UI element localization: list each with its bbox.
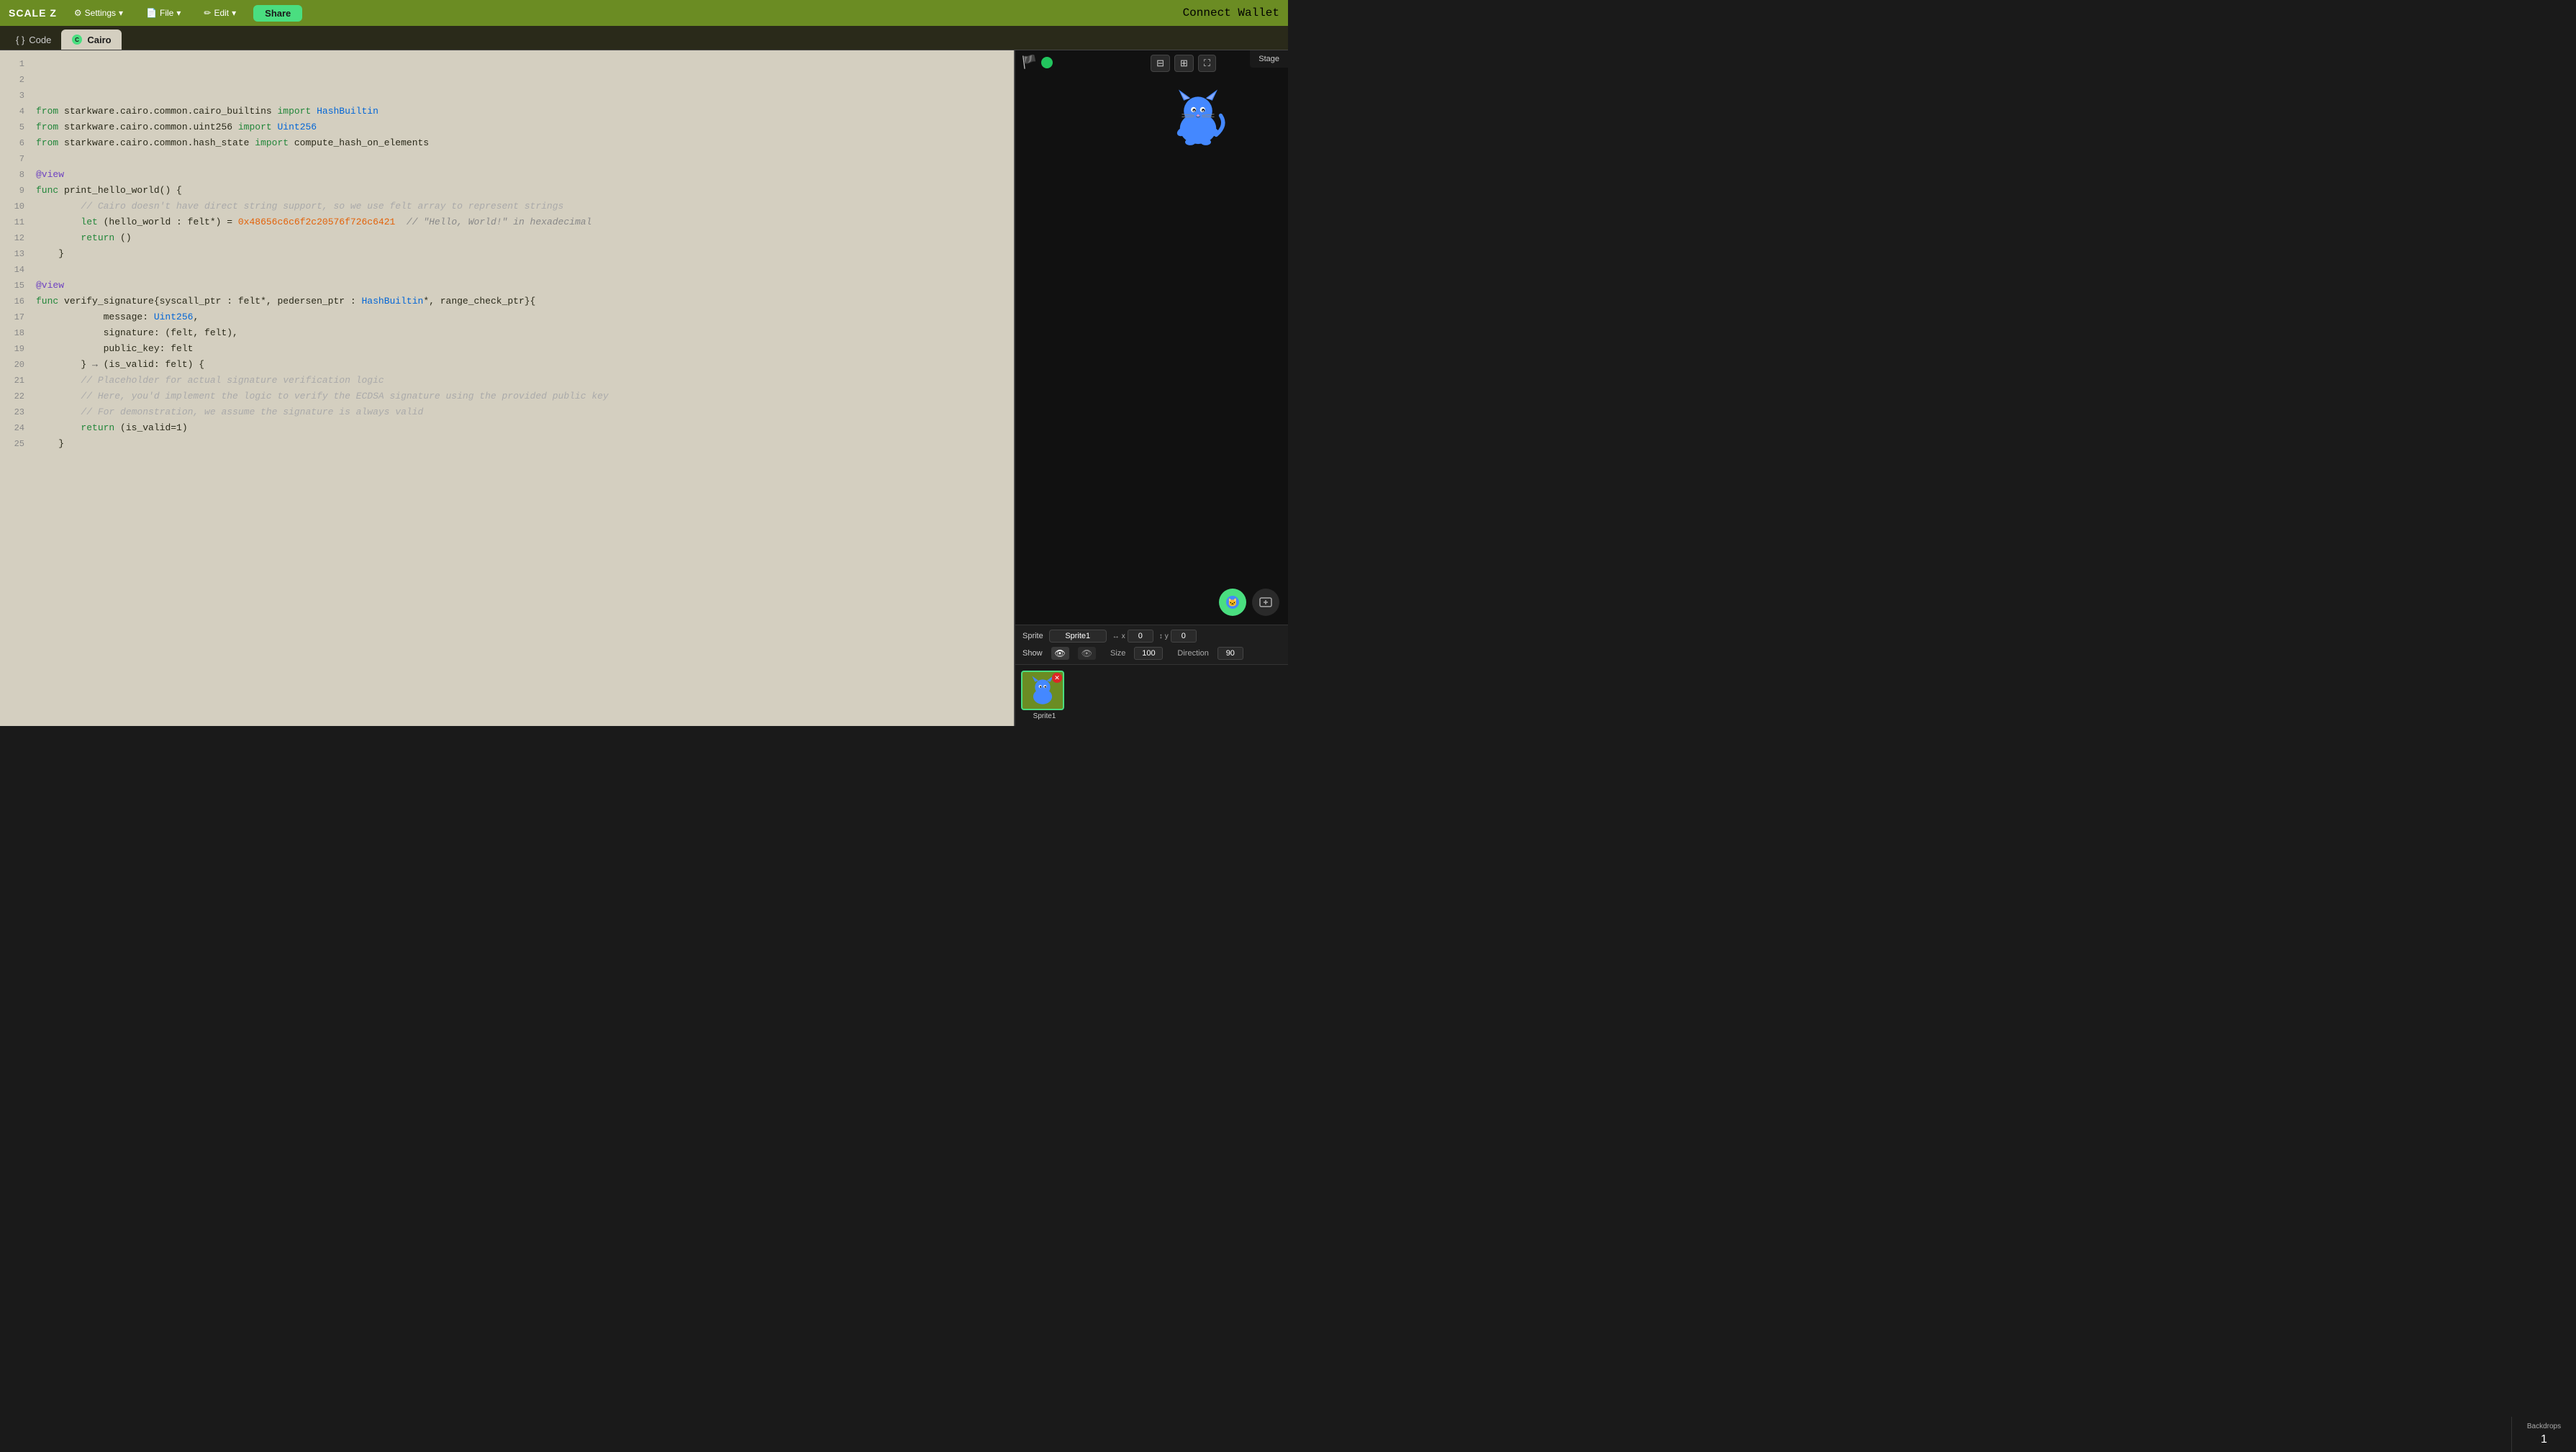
direction-input[interactable] [1217,647,1243,660]
code-line: 11 let (hello_world : felt*) = 0x48656c6… [0,214,1014,230]
code-line: 3 [0,88,1014,104]
tabbar: { } Code C Cairo [0,26,1288,50]
backdrop-add-icon [1258,595,1273,609]
topbar: SCALE Z ⚙ Settings ▾ 📄 File ▾ ✏ Edit ▾ S… [0,0,1288,26]
x-coord-input[interactable] [1128,630,1153,643]
code-line: 21 // Placeholder for actual signature v… [0,373,1014,389]
app-title: SCALE Z [9,7,57,19]
eye-show-button[interactable]: 👁 [1051,647,1069,660]
sprite-thumb-img: ✕ [1021,671,1064,710]
grid-btn[interactable]: ⊞ [1174,55,1194,72]
code-line: 13 } [0,246,1014,262]
chevron-down-icon: ▾ [119,8,123,18]
code-line: 18 signature: (felt, felt), [0,325,1014,341]
backdrops-count: 1 [2541,1433,2547,1446]
preview-area: 🏴 ⊟ ⊞ ⛶ Stage [1015,50,1288,625]
code-icon: { } [16,35,24,45]
code-line: 5 from starkware.cairo.common.uint256 im… [0,119,1014,135]
sprite-thumb-label: Sprite1 [1021,712,1068,720]
add-backdrop-button[interactable] [1252,589,1279,616]
controls-bar: Sprite ↔ ↔ x ↕ y Show 👁 👁 Size [1015,625,1288,665]
fullscreen-btn[interactable]: ⛶ [1198,55,1216,72]
code-line: 15 @view [0,278,1014,294]
direction-label: Direction [1177,649,1208,658]
backdrops-label: Backdrops [2527,1422,2561,1430]
flag-button[interactable]: 🏴 [1021,55,1037,71]
code-line: 2 [0,72,1014,88]
layout-btn[interactable]: ⊟ [1151,55,1170,72]
size-input[interactable] [1134,647,1163,660]
sprite-thumb-sprite1[interactable]: ✕ Sprite1 [1021,671,1068,720]
code-line: 9 func print_hello_world() { [0,183,1014,199]
sprite-row: Sprite ↔ ↔ x ↕ y [1022,630,1281,643]
edit-menu[interactable]: ✏ Edit ▾ [198,5,242,21]
y-coord-input[interactable] [1171,630,1197,643]
code-line: 10 // Cairo doesn't have direct string s… [0,199,1014,214]
svg-text:🐱: 🐱 [1228,598,1238,607]
stage-area: Stage [1250,50,1288,68]
edit-icon: ✏ [204,8,211,18]
backdrops-panel: Backdrops 1 [2511,1417,2576,1452]
x-coord-group: ↔ ↔ x [1112,630,1153,643]
right-panel: 🏴 ⊟ ⊞ ⛶ Stage [1015,50,1288,726]
code-editor[interactable]: 1 2 3 4 from starkware.cairo.common.cair… [0,50,1014,726]
settings-menu[interactable]: ⚙ Settings ▾ [68,5,129,21]
code-line: 25 } [0,436,1014,452]
file-menu[interactable]: 📄 File ▾ [140,5,186,21]
code-line: 7 [0,151,1014,167]
tab-code[interactable]: { } Code [6,30,61,50]
sprite-delete-button[interactable]: ✕ [1052,673,1062,683]
code-line: 22 // Here, you'd implement the logic to… [0,389,1014,404]
sprite-label: Sprite [1022,632,1043,640]
stage-label: Stage [1258,55,1279,63]
run-controls: 🏴 [1021,55,1053,71]
main-layout: 1 2 3 4 from starkware.cairo.common.cair… [0,50,1288,726]
share-button[interactable]: Share [253,5,302,22]
code-line: 12 return () [0,230,1014,246]
size-label: Size [1110,649,1125,658]
code-line: 6 from starkware.cairo.common.hash_state… [0,135,1014,151]
code-line: 23 // For demonstration, we assume the s… [0,404,1014,420]
code-line: 20 } → (is_valid: felt) { [0,357,1014,373]
code-line: 1 [0,56,1014,72]
eye-hide-button[interactable]: 👁 [1078,647,1096,660]
show-row: Show 👁 👁 Size Direction [1022,647,1281,660]
code-line: 14 [0,262,1014,278]
cat-sprite [1166,86,1230,151]
chevron-down-icon: ▾ [232,8,236,18]
show-label: Show [1022,649,1043,658]
code-line: 8 @view [0,167,1014,183]
code-line: 24 return (is_valid=1) [0,420,1014,436]
gear-icon: ⚙ [74,8,82,18]
topbar-left: SCALE Z ⚙ Settings ▾ 📄 File ▾ ✏ Edit ▾ S… [9,5,302,22]
stop-button[interactable] [1041,57,1053,68]
svg-text:C: C [75,37,79,43]
tab-cairo[interactable]: C Cairo [61,30,121,50]
sprite-name-input[interactable] [1049,630,1107,643]
code-line: 4 from starkware.cairo.common.cairo_buil… [0,104,1014,119]
bottom-buttons: 🐱 [1219,589,1279,616]
file-icon: 📄 [146,8,157,18]
add-sprite-button[interactable]: 🐱 [1219,589,1246,616]
preview-controls: ⊟ ⊞ ⛶ [1151,55,1216,72]
code-line: 16 func verify_signature{syscall_ptr : f… [0,294,1014,309]
code-line: 17 message: Uint256, [0,309,1014,325]
sprite-panel: ✕ Sprite1 [1015,665,1288,726]
y-coord-group: ↕ y [1159,630,1197,643]
chevron-down-icon: ▾ [176,8,181,18]
cairo-icon: C [71,34,83,45]
cat-svg [1166,86,1230,151]
code-line: 19 public_key: felt [0,341,1014,357]
connect-wallet[interactable]: Connect Wallet [1183,6,1279,19]
cat-add-icon: 🐱 [1225,595,1240,609]
